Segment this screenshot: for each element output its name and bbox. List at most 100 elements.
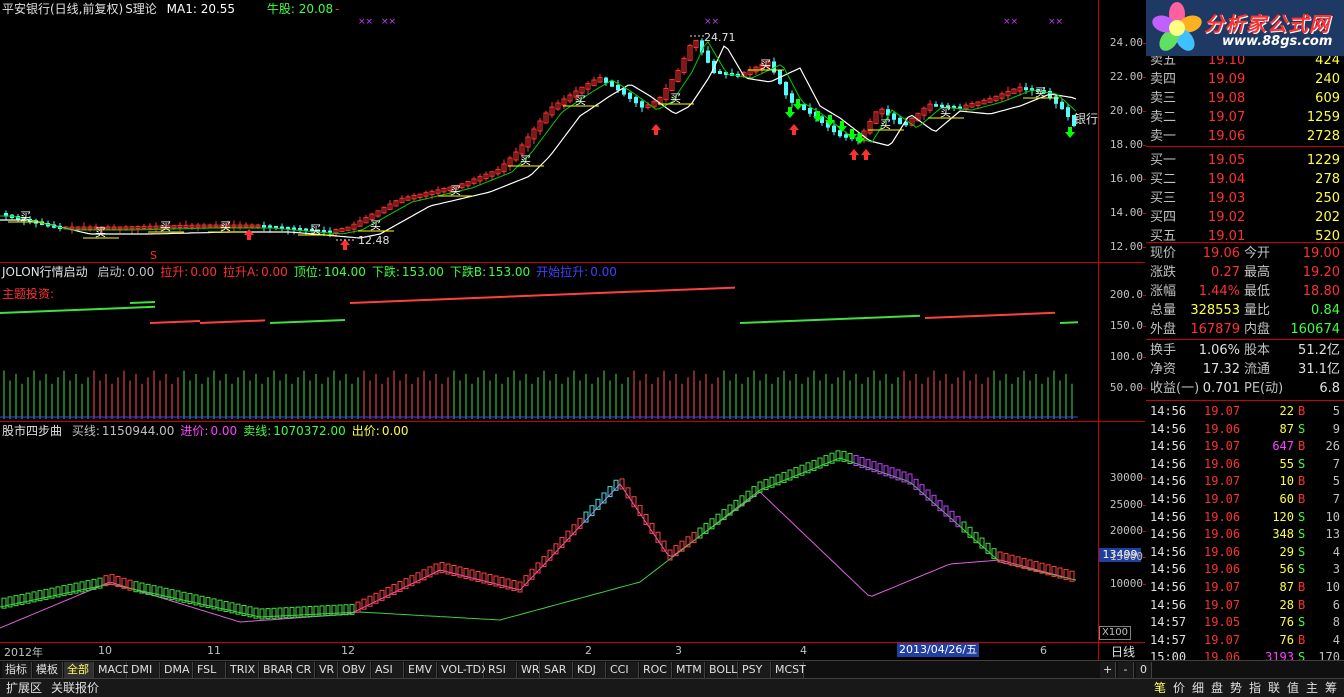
indicator-tab[interactable]: MTM [673,662,705,678]
indicator-tab[interactable]: KDJ [574,662,606,678]
quote-view-tab[interactable]: 细 [1188,680,1208,696]
tick-row[interactable]: 14:56 19.07 28 B 6 [1146,596,1344,614]
candle-body [892,113,896,120]
tick-row[interactable]: 14:56 19.07 647 B 26 [1146,437,1344,455]
indicator-tab[interactable]: PSY [739,662,771,678]
kline-pane[interactable]: 买买买买买买买买买买买买买买 ×× ×× ×× ×× ×× 平安银行(日线,前复权) S理论… [0,0,1098,262]
tick-price: 19.07 [1204,597,1241,612]
tick-price: 19.05 [1204,615,1241,630]
indicator-tab[interactable]: FSL [194,662,226,678]
period-label[interactable]: 日线 [1111,643,1135,660]
four-step-indicator-chart[interactable] [0,422,1098,642]
tick-row[interactable]: 14:56 19.06 348 S 13 [1146,525,1344,543]
tick-time: 14:56 [1150,580,1187,594]
candle-body [790,93,794,103]
indicator-field: 买线: 1150944.00 [72,424,175,438]
tick-row[interactable]: 14:56 19.07 87 B 10 [1146,578,1344,596]
tick-price: 19.06 [1204,421,1241,436]
order-book-row: 卖四 19.09 240 [1146,71,1344,89]
indicator-field-label: 卖线: [243,424,272,438]
indicator-tab[interactable]: VR [316,662,338,678]
bottom-tab[interactable]: 关联报价 [47,680,103,696]
kline-chart[interactable]: 买买买买买买买买买 买买买买买×× ×× ×× ×× ×× [0,0,1098,262]
jolon-step-line [1059,321,1079,324]
tick-price: 19.06 [1204,509,1241,524]
tick-count: 7 [1332,456,1340,471]
indicator-field-value: 0.00 [127,265,155,279]
indicator-field: 拉升A: 0.00 [223,265,288,279]
indicator-field-label: 买线: [71,424,100,438]
indicator-tab[interactable]: WR [518,662,540,678]
tab-control-button[interactable]: + [1100,662,1116,678]
indicator-tab[interactable]: 模板 [33,662,63,678]
candle-body [616,84,620,91]
order-price: 19.04 [1208,172,1246,187]
indicator-tab[interactable]: BOLL [706,662,738,678]
tick-row[interactable]: 14:56 19.06 120 S 10 [1146,508,1344,526]
quote-label: 涨幅 [1150,284,1177,299]
indicator-tab[interactable]: ASI [372,662,404,678]
indicator-tab[interactable]: DMI [128,662,160,678]
indicator-tab[interactable]: TRIX [227,662,259,678]
tab-control-button[interactable]: 0 [1136,662,1152,678]
indicator-field-value: 1070372.00 [273,424,346,438]
tick-row[interactable]: 14:56 19.07 22 B 5 [1146,402,1344,420]
quote-view-tab[interactable]: 盘 [1207,680,1227,696]
indicator-field-value: 0.00 [590,265,617,279]
indicator-field-label: 进价: [180,424,209,438]
buy-marker: 买 [20,210,31,223]
date-axis-label: 11 [207,644,221,657]
indicator-tab[interactable]: CR [293,662,315,678]
indicator-tab[interactable]: EMV [405,662,437,678]
quote-view-tab[interactable]: 主 [1302,680,1322,696]
order-volume: 520 [1315,229,1340,244]
tick-row[interactable]: 14:56 19.06 87 S 9 [1146,420,1344,438]
indicator-tab[interactable]: 指标 [2,662,32,678]
order-price: 19.06 [1208,129,1246,144]
indicator-tab[interactable]: VOL-TDX [438,662,489,678]
tick-row[interactable]: 14:56 19.06 29 S 4 [1146,543,1344,561]
indicator-tab[interactable]: CCI [607,662,639,678]
jolon-step-line [349,286,736,304]
order-book-row: 买二 19.04 278 [1146,171,1344,189]
quote-view-tab[interactable]: 势 [1226,680,1246,696]
cross-marker: ×× [381,17,396,27]
tick-time: 14:56 [1150,597,1187,612]
order-book-row: 买三 19.03 250 [1146,190,1344,208]
four-step-indicator-pane[interactable]: 股市四步曲 买线: 1150944.00 进价: 0.00 卖线: 1070372.00 出… [0,422,1098,642]
quote-view-tab[interactable]: 筹 [1321,680,1341,696]
indicator-tab[interactable]: OBV [339,662,371,678]
indicator-tab[interactable]: 全部 [64,662,94,678]
indicator-tab[interactable]: RSI [485,662,517,678]
order-book-row: 买一 19.05 1229 [1146,152,1344,170]
indicator-tab[interactable]: SAR [541,662,573,678]
quote-view-tab[interactable]: 值 [1283,680,1303,696]
tick-row[interactable]: 14:57 19.07 76 B 4 [1146,631,1344,649]
quote-view-tab[interactable]: 指 [1245,680,1265,696]
jolon-indicator-chart[interactable] [0,263,1098,421]
quote-view-tab[interactable]: 联 [1264,680,1284,696]
jolon-indicator-pane[interactable]: JOLON行情启动 启动: 0.00 拉升: 0.00 拉升A: 0.00 顶位: 104.0… [0,263,1098,421]
tick-count: 7 [1332,492,1340,506]
indicator-tab[interactable]: MACD [95,662,131,678]
quote-view-tab[interactable]: 笔 [1150,680,1170,696]
bottom-tab[interactable]: 扩展区 [2,680,46,696]
indicator-field-label: 拉升: [160,265,189,279]
tick-side: B [1298,404,1306,418]
indicator-tab[interactable]: DMA [161,662,193,678]
indicator-tab[interactable]: ROC [640,662,672,678]
order-volume: 278 [1315,172,1340,187]
indicator-tab[interactable]: MCST [772,662,806,678]
tick-row[interactable]: 14:56 19.07 10 B 5 [1146,472,1344,490]
tick-row[interactable]: 14:56 19.06 56 S 3 [1146,560,1344,578]
tick-volume: 348 [1272,527,1294,542]
quote-view-tab[interactable]: 价 [1169,680,1189,696]
indicator-tab[interactable]: BRAR [260,662,293,678]
fundamental-label: 净资 [1150,362,1177,377]
tick-row[interactable]: 14:56 19.06 55 S 7 [1146,455,1344,473]
quote-value: 167879 [1190,322,1240,337]
tick-row[interactable]: 14:56 19.07 60 B 7 [1146,490,1344,508]
tab-control-button[interactable]: - [1118,662,1134,678]
tick-row[interactable]: 14:57 19.05 76 S 8 [1146,613,1344,631]
fundamental-value: 0.701 [1202,381,1240,396]
